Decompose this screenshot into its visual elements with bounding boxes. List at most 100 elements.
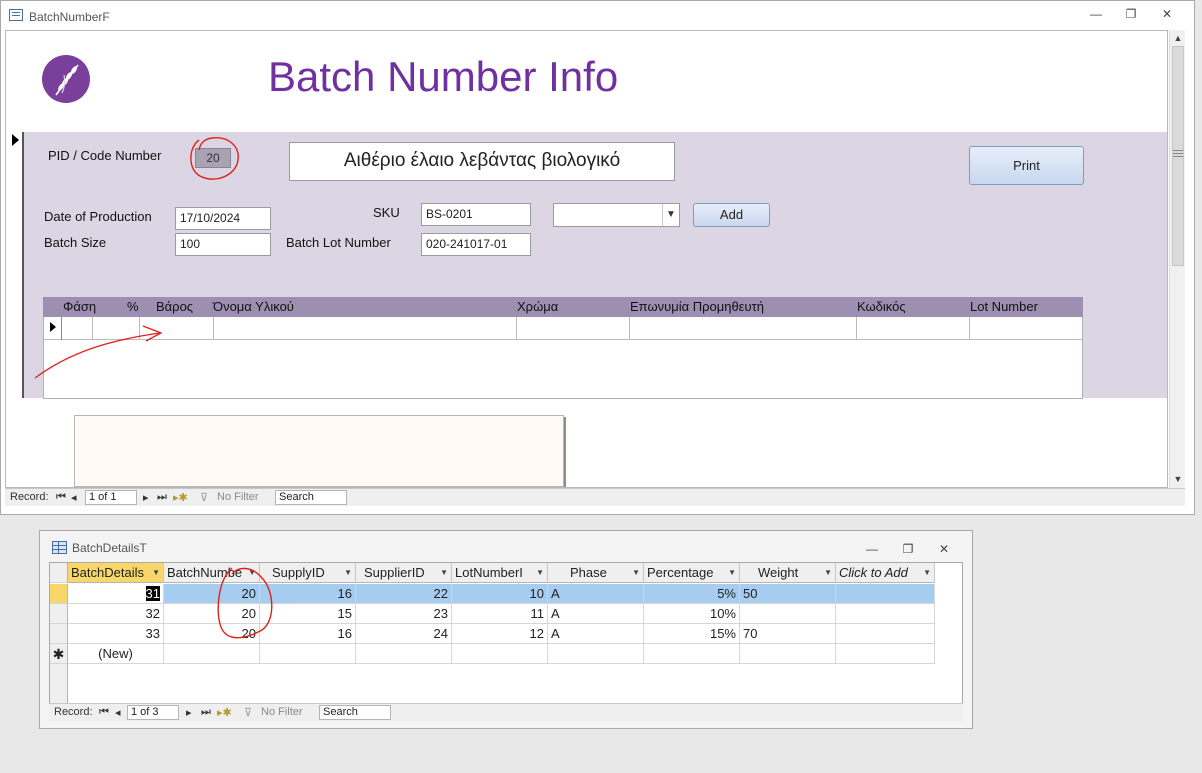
subform-cell-phase[interactable] [62,317,93,340]
new-record-icon[interactable]: ▸✱ [173,491,188,504]
previous-record-icon[interactable]: ◂ [115,706,121,719]
subform-cell-percent[interactable] [93,317,140,340]
record-position-field[interactable]: 1 of 3 [127,705,179,720]
sku-field[interactable]: BS-0201 [421,203,531,226]
close-button[interactable]: ✕ [1156,5,1178,23]
col-header-supplierid[interactable]: SupplierID ▼ [356,563,452,583]
print-button[interactable]: Print [969,146,1084,185]
pid-field[interactable]: 20 [195,148,231,168]
table-row-cell[interactable]: 70 [740,624,836,644]
select-all-corner[interactable] [50,563,68,583]
new-record-icon[interactable]: ▸✱ [217,706,232,719]
table-row-cell[interactable]: 20 [164,584,260,604]
table-row-cell[interactable]: A [548,604,644,624]
first-record-icon[interactable]: ⏮ [56,491,66,504]
table-row-cell[interactable] [836,584,935,604]
table-row-cell[interactable]: 16 [260,584,356,604]
subform-cell-material-name[interactable] [214,317,517,340]
search-input[interactable]: Search [319,705,391,720]
table-row-cell[interactable]: 22 [356,584,452,604]
table-row-cell[interactable]: 50 [740,584,836,604]
table-row-cell[interactable]: 10 [452,584,548,604]
table-close-button[interactable]: ✕ [933,540,955,558]
subform-cell-weight[interactable] [140,317,214,340]
table-row-cell[interactable] [836,624,935,644]
table-row-cell[interactable] [740,604,836,624]
add-button[interactable]: Add [693,203,770,227]
table-row-cell[interactable] [836,644,935,664]
new-record-icon[interactable]: ✱ [50,644,68,664]
subform-new-row[interactable] [44,317,1082,340]
subform-row-selector[interactable] [44,317,62,340]
new-row-cell[interactable]: (New) [68,644,164,664]
table-row-cell[interactable]: 16 [260,624,356,644]
table-row-cell[interactable]: A [548,624,644,644]
product-name-field[interactable]: Αιθέριο έλαιο λεβάντας βιολογικό [289,142,675,181]
table-minimize-button[interactable]: — [861,540,883,558]
table-row-cell[interactable]: 15% [644,624,740,644]
no-filter-toggle[interactable]: No Filter [217,491,259,503]
subform-cell-code[interactable] [857,317,970,340]
table-row-cell[interactable]: 33 [68,624,164,644]
table-row-cell[interactable]: 15 [260,604,356,624]
table-row-cell[interactable]: A [548,584,644,604]
row-selector[interactable] [50,624,68,644]
restore-button[interactable]: ❐ [1120,5,1142,23]
subform-cell-color[interactable] [517,317,630,340]
subform-cell-supplier[interactable] [630,317,857,340]
chevron-down-icon[interactable]: ▼ [923,563,931,582]
chevron-down-icon[interactable]: ▼ [344,563,352,582]
no-filter-toggle[interactable]: No Filter [261,706,303,718]
table-row-cell[interactable] [356,644,452,664]
scroll-down-icon[interactable]: ▼ [1170,471,1186,487]
notes-box[interactable] [74,415,564,487]
record-selector[interactable] [6,132,24,398]
table-row-cell[interactable]: 5% [644,584,740,604]
table-row-cell[interactable]: 11 [452,604,548,624]
scroll-up-icon[interactable]: ▲ [1170,30,1186,46]
row-selector[interactable] [50,604,68,624]
next-record-icon[interactable]: ▸ [186,706,192,719]
table-row-cell[interactable] [548,644,644,664]
table-row-cell[interactable]: 24 [356,624,452,644]
click-to-add-header[interactable]: Click to Add ▼ [836,563,935,583]
chevron-down-icon[interactable]: ▼ [728,563,736,582]
record-position-field[interactable]: 1 of 1 [85,490,137,505]
table-row-cell[interactable] [836,604,935,624]
last-record-icon[interactable]: ⏭ [201,706,211,719]
table-row-cell[interactable]: 10% [644,604,740,624]
col-header-lotnumber[interactable]: LotNumberI ▼ [452,563,548,583]
table-row-cell[interactable] [452,644,548,664]
chevron-down-icon[interactable]: ▼ [440,563,448,582]
batch-lot-number-field[interactable]: 020-241017-01 [421,233,531,256]
table-row-cell[interactable] [164,644,260,664]
next-record-icon[interactable]: ▸ [143,491,149,504]
material-combo-box[interactable]: ▼ [553,203,680,227]
table-row-cell[interactable]: 23 [356,604,452,624]
table-restore-button[interactable]: ❐ [897,540,919,558]
batch-size-field[interactable]: 100 [175,233,271,256]
form-vertical-scrollbar[interactable]: ▲ ▼ [1169,30,1185,488]
search-input[interactable]: Search [275,490,347,505]
table-row-cell[interactable]: 12 [452,624,548,644]
col-header-weight[interactable]: Weight ▼ [740,563,836,583]
chevron-down-icon[interactable]: ▼ [662,204,679,226]
chevron-down-icon[interactable]: ▼ [248,563,256,582]
table-row-cell[interactable]: 31 [68,584,164,604]
last-record-icon[interactable]: ⏭ [157,491,167,504]
col-header-percentage[interactable]: Percentage ▼ [644,563,740,583]
previous-record-icon[interactable]: ◂ [71,491,77,504]
chevron-down-icon[interactable]: ▼ [632,563,640,582]
table-row-cell[interactable] [644,644,740,664]
col-header-supplyid[interactable]: SupplyID ▼ [260,563,356,583]
col-header-phase[interactable]: Phase ▼ [548,563,644,583]
table-row-cell[interactable]: 20 [164,604,260,624]
col-header-batchdetails[interactable]: BatchDetails ▼ [68,563,164,583]
table-row-cell[interactable]: 32 [68,604,164,624]
chevron-down-icon[interactable]: ▼ [152,563,160,582]
chevron-down-icon[interactable]: ▼ [536,563,544,582]
table-row-cell[interactable] [740,644,836,664]
date-of-production-field[interactable]: 17/10/2024 [175,207,271,230]
table-row-cell[interactable]: 20 [164,624,260,644]
row-selector[interactable] [50,584,68,604]
